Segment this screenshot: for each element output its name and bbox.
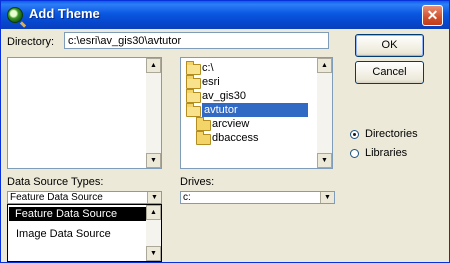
add-theme-dialog: Add Theme ✕ Directory: c:\esri\av_gis30\…: [0, 0, 450, 263]
directory-label: Directory:: [7, 36, 55, 48]
close-button[interactable]: ✕: [422, 5, 443, 26]
chevron-down-icon[interactable]: ▼: [320, 192, 334, 203]
libraries-radio[interactable]: [350, 149, 359, 158]
directories-radio[interactable]: [350, 130, 359, 139]
option-image-data-source[interactable]: Image Data Source: [9, 227, 111, 241]
open-folder-icon: [186, 75, 201, 89]
source-types-value: Feature Data Source: [10, 192, 103, 203]
folder-icon: [196, 131, 211, 145]
open-folder-icon: [186, 103, 201, 117]
directory-field[interactable]: c:\esri\av_gis30\avtutor: [64, 32, 329, 49]
open-folder-icon: [186, 89, 201, 103]
directory-value: c:\esri\av_gis30\avtutor: [68, 35, 182, 47]
scroll-up-arrow-icon[interactable]: ▲: [146, 205, 161, 220]
source-types-select[interactable]: Feature Data Source ▼: [7, 191, 162, 204]
folder-icon: [196, 117, 211, 131]
scroll-down-arrow-icon[interactable]: ▼: [317, 153, 332, 168]
option-feature-data-source[interactable]: Feature Data Source: [9, 207, 146, 221]
title-bar[interactable]: Add Theme ✕: [1, 1, 449, 29]
directories-label: Directories: [365, 128, 418, 140]
chevron-down-icon[interactable]: ▼: [147, 192, 161, 203]
directory-tree-scrollbar[interactable]: ▲ ▼: [317, 58, 332, 168]
ok-button[interactable]: OK: [355, 34, 424, 57]
libraries-label: Libraries: [365, 147, 408, 159]
dropdown-scrollbar[interactable]: ▲ ▼: [146, 205, 161, 261]
window-title: Add Theme: [29, 6, 100, 21]
drives-value: c:: [183, 192, 191, 203]
globe-search-icon: [7, 7, 23, 23]
scroll-up-arrow-icon[interactable]: ▲: [317, 58, 332, 73]
drives-select[interactable]: c: ▼: [180, 191, 335, 204]
source-types-label: Data Source Types:: [7, 176, 104, 188]
source-types-dropdown: Feature Data Source Image Data Source ▲ …: [7, 204, 162, 262]
tree-item-avtutor[interactable]: avtutor: [181, 103, 317, 117]
file-list-scrollbar[interactable]: ▲ ▼: [146, 58, 161, 168]
scroll-up-arrow-icon[interactable]: ▲: [146, 58, 161, 73]
directory-tree[interactable]: c:\ esri av_gis30 avtutor arcview dbacce…: [180, 57, 333, 169]
scroll-down-arrow-icon[interactable]: ▼: [146, 153, 161, 168]
drives-label: Drives:: [180, 176, 215, 188]
scroll-down-arrow-icon[interactable]: ▼: [146, 246, 161, 261]
cancel-button[interactable]: Cancel: [355, 61, 424, 84]
open-folder-icon: [186, 61, 201, 75]
file-list[interactable]: ▲ ▼: [7, 57, 162, 169]
